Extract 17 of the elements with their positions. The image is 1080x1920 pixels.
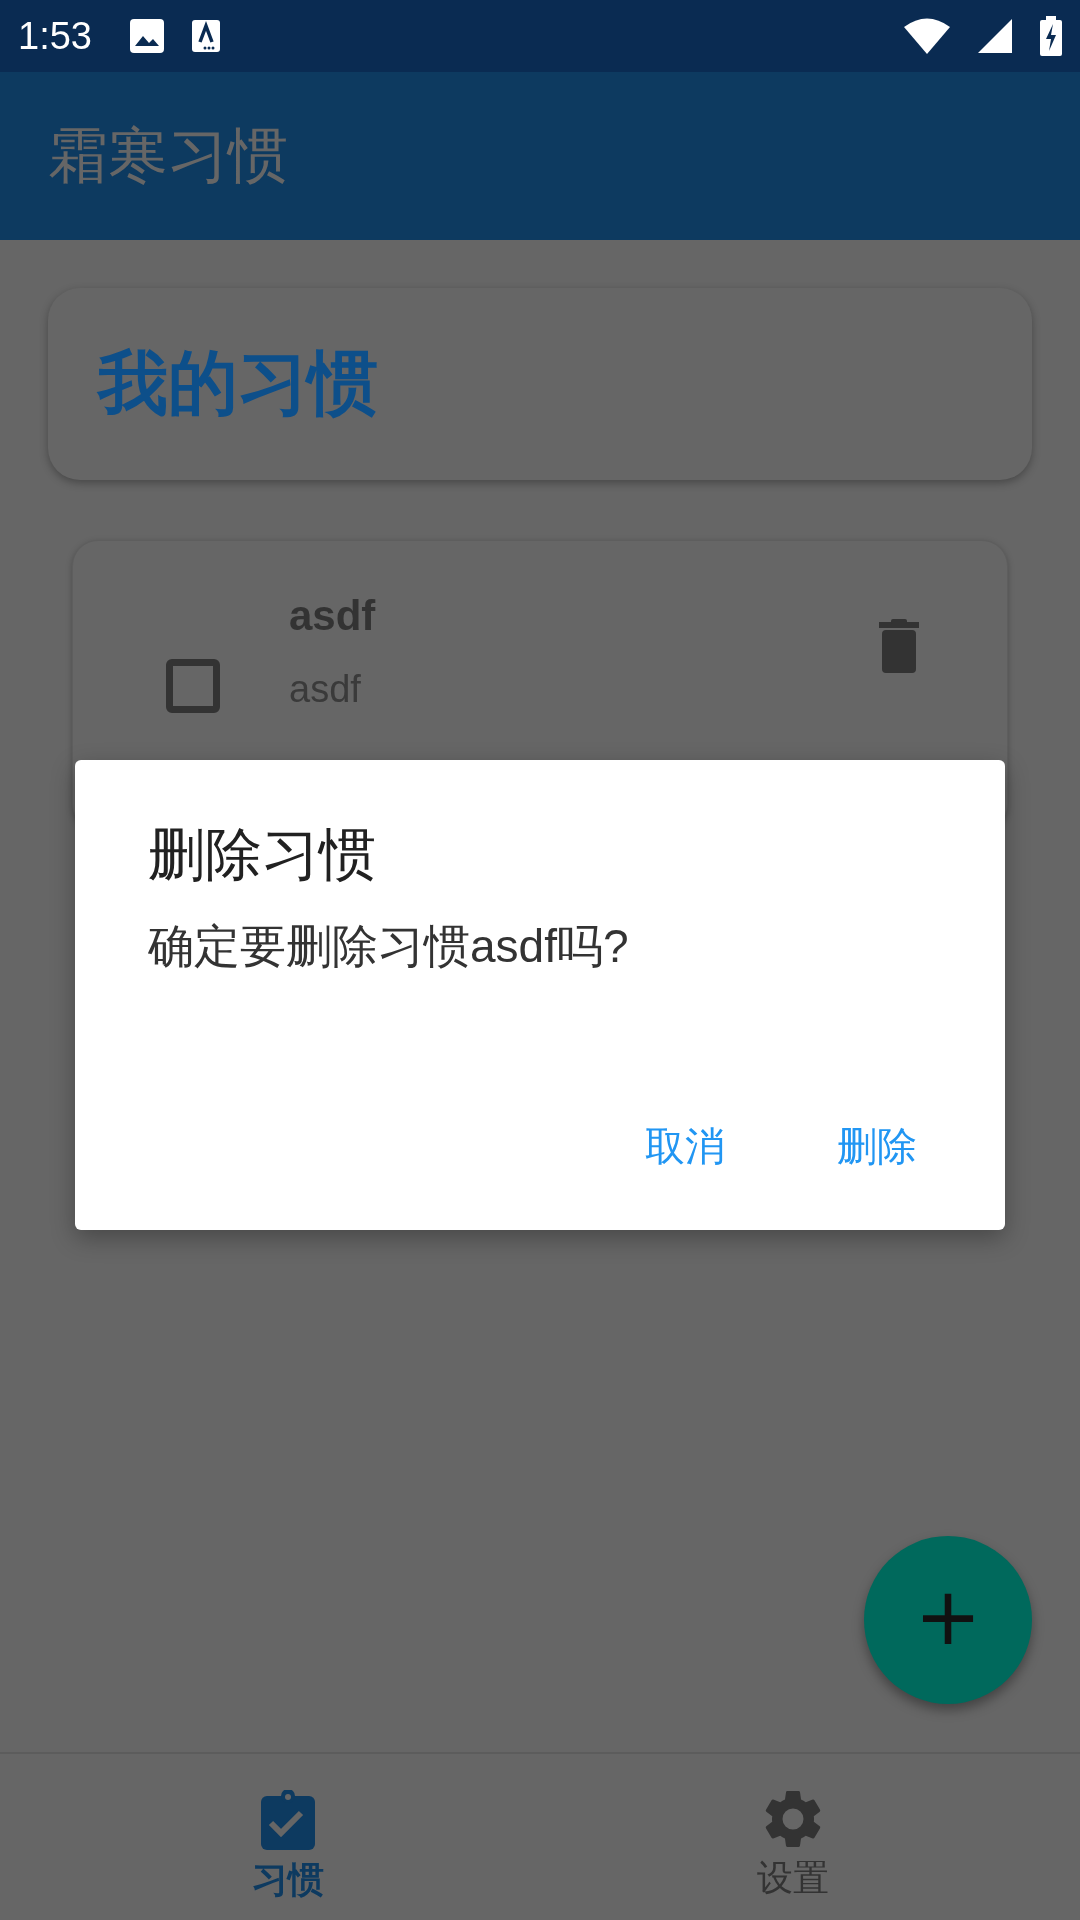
notification-icon bbox=[191, 20, 220, 52]
confirm-button[interactable]: 删除 bbox=[811, 1107, 943, 1186]
image-icon bbox=[129, 19, 164, 53]
add-button[interactable]: + bbox=[864, 1536, 1032, 1704]
clipboard-check-icon bbox=[258, 1790, 317, 1850]
cancel-button[interactable]: 取消 bbox=[619, 1107, 751, 1186]
signal-icon bbox=[978, 19, 1012, 53]
dialog-message: 确定要删除习惯asdf吗? bbox=[148, 919, 629, 974]
battery-icon bbox=[1040, 16, 1062, 56]
header-title: 我的习惯 bbox=[98, 343, 378, 424]
wifi-icon bbox=[904, 18, 950, 54]
dialog-title: 删除习惯 bbox=[148, 822, 376, 886]
trash-icon[interactable] bbox=[879, 619, 919, 673]
status-time: 1:53 bbox=[18, 14, 92, 58]
app-title: 霜寒习惯 bbox=[48, 120, 288, 191]
checkbox[interactable] bbox=[166, 659, 220, 713]
nav-tab[interactable]: 习惯 bbox=[35, 1754, 540, 1920]
